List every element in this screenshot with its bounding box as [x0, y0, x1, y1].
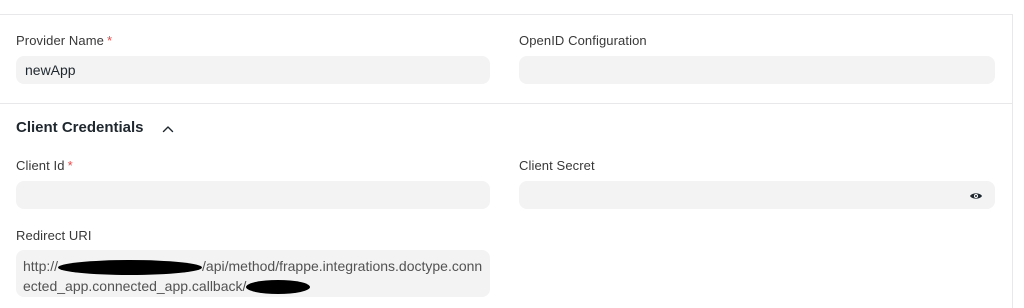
section-title-client-credentials: Client Credentials — [16, 119, 144, 136]
provider-name-value: newApp — [25, 62, 76, 78]
openid-configuration-input[interactable] — [519, 56, 995, 84]
client-id-label: Client Id * — [16, 158, 73, 173]
redirect-uri-field: http:///api/method/frappe.integrations.d… — [16, 250, 490, 297]
redacted-mark — [58, 259, 203, 275]
required-mark: * — [107, 33, 113, 48]
client-id-input[interactable] — [16, 181, 490, 209]
collapse-section-button[interactable] — [160, 121, 176, 137]
redirect-uri-prefix: http:// — [23, 258, 59, 274]
provider-name-label-text: Provider Name — [16, 33, 104, 48]
openid-configuration-label: OpenID Configuration — [519, 33, 647, 48]
redirect-uri-label: Redirect URI — [16, 228, 92, 243]
client-id-label-text: Client Id — [16, 158, 65, 173]
client-secret-input[interactable] — [519, 181, 995, 209]
chevron-up-icon — [162, 126, 174, 133]
section-divider — [0, 103, 1013, 104]
redacted-mark — [246, 280, 311, 295]
provider-name-input[interactable]: newApp — [16, 56, 490, 84]
eye-icon — [970, 193, 982, 199]
required-mark: * — [67, 158, 73, 173]
provider-name-label: Provider Name * — [16, 33, 112, 48]
client-secret-label: Client Secret — [519, 158, 595, 173]
show-secret-toggle[interactable] — [969, 189, 983, 201]
